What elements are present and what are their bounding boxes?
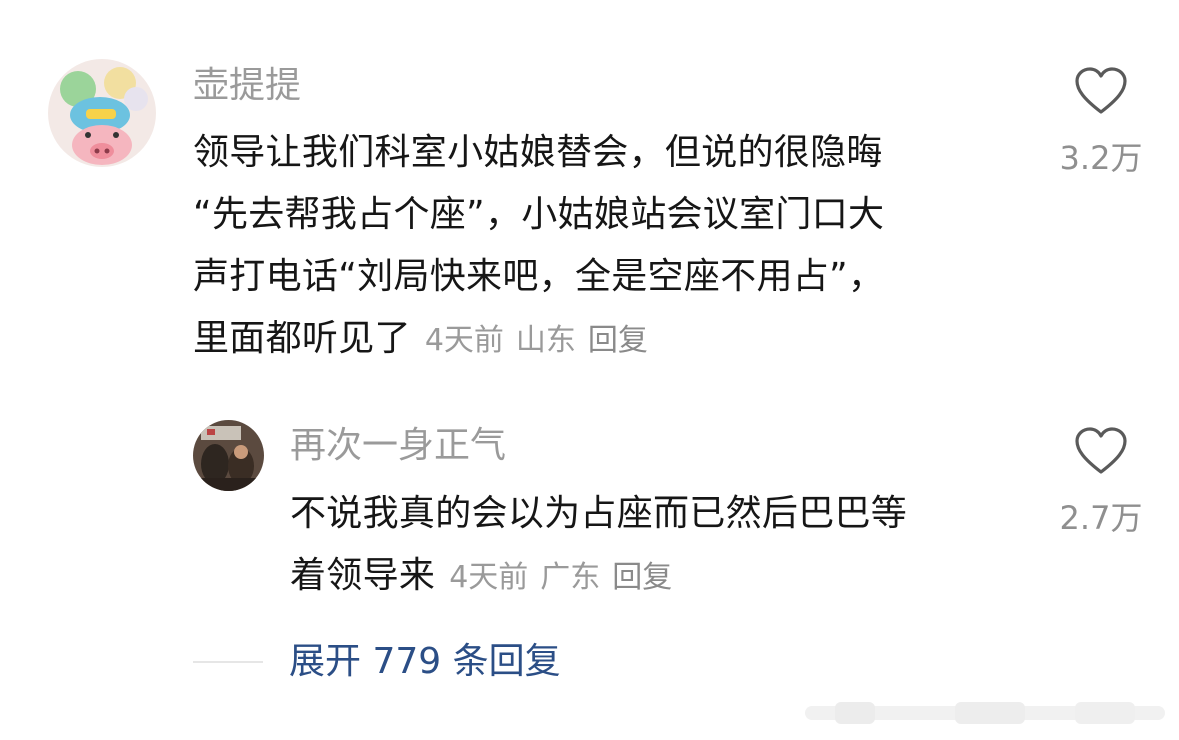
comment-meta: 4天前 广东 回复 — [449, 560, 684, 595]
comment-text-line: 领导让我们科室小姑娘替会，但说的很隐晦 — [193, 132, 883, 173]
heart-outline-icon[interactable] — [1074, 426, 1128, 476]
comment-section: 壶提提 领导让我们科室小姑娘替会，但说的很隐晦 “先去帮我占个座”，小姑娘站会议… — [0, 0, 1179, 740]
comment-username[interactable]: 壶提提 — [193, 64, 301, 108]
comment-text-line: 不说我真的会以为占座而已然后巴巴等 — [290, 493, 908, 534]
comment-text-line: 着领导来 4天前 广东 回复 — [290, 545, 907, 609]
heart-outline-icon[interactable] — [1074, 66, 1128, 116]
comment-text-last: 里面都听见了 — [193, 318, 411, 359]
comment-time: 4天前 — [424, 323, 504, 358]
comment-location: 广东 — [540, 560, 601, 595]
comment-text: 领导让我们科室小姑娘替会，但说的很隐晦 “先去帮我占个座”，小姑娘站会议室门口大… — [193, 122, 884, 372]
comment-text-line: “先去帮我占个座”，小姑娘站会议室门口大 — [193, 194, 885, 235]
like-control[interactable]: 3.2万 — [1046, 66, 1156, 178]
comment-location: 山东 — [515, 323, 576, 358]
comment-username[interactable]: 再次一身正气 — [290, 424, 506, 468]
reply-button[interactable]: 回复 — [612, 560, 672, 595]
comment-text-line: 里面都听见了 4天前 山东 回复 — [193, 308, 884, 372]
avatar[interactable] — [48, 59, 156, 167]
comment-text: 不说我真的会以为占座而已然后巴巴等 着领导来 4天前 广东 回复 — [290, 483, 907, 609]
comment-meta: 4天前 山东 回复 — [425, 323, 660, 358]
like-count: 3.2万 — [1059, 139, 1143, 177]
like-count: 2.7万 — [1059, 499, 1143, 537]
watermark — [805, 702, 1165, 724]
expand-replies-row[interactable]: 展开 779 条回复 — [193, 636, 561, 688]
like-control[interactable]: 2.7万 — [1046, 426, 1156, 538]
comment-time: 4天前 — [449, 560, 529, 595]
comment-text-last: 着领导来 — [290, 555, 436, 596]
expand-replies-button[interactable]: 展开 779 条回复 — [289, 636, 561, 688]
comment-text-line: 声打电话“刘局快来吧，全是空座不用占”， — [193, 256, 885, 297]
avatar-image — [48, 59, 156, 167]
avatar-image — [193, 420, 264, 491]
reply-button[interactable]: 回复 — [588, 323, 648, 358]
divider — [193, 661, 263, 663]
avatar[interactable] — [193, 420, 264, 491]
